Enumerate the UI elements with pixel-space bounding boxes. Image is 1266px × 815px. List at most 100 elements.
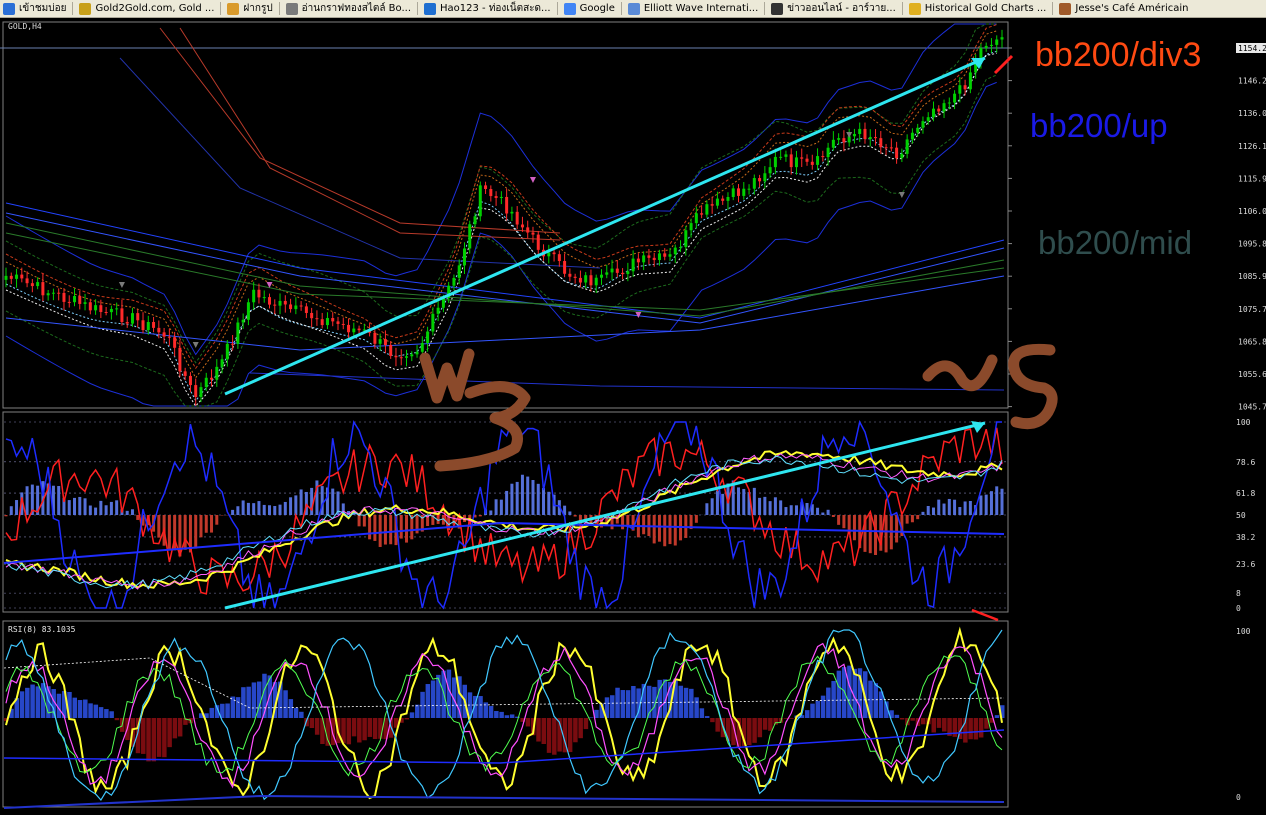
rsi-histogram-bar bbox=[536, 718, 541, 742]
candle-body bbox=[62, 292, 66, 302]
rsi-histogram-bar bbox=[847, 665, 852, 718]
bookmark-item[interactable]: Jesse's Café Américain bbox=[1056, 0, 1191, 17]
stoch-histogram-bar bbox=[663, 515, 667, 547]
stoch-histogram-bar bbox=[57, 486, 61, 515]
stoch-histogram-bar bbox=[916, 515, 920, 520]
rsi-histogram-bar bbox=[768, 718, 773, 731]
candle-body bbox=[315, 318, 319, 320]
rsi-histogram-bar bbox=[436, 674, 441, 718]
bookmark-item[interactable]: Hao123 - ท่องเน็ตสะด... bbox=[421, 0, 554, 17]
bookmark-item[interactable]: เข้าชมบ่อย bbox=[0, 0, 69, 17]
stoch-histogram-bar bbox=[842, 515, 846, 529]
stoch-histogram-bar bbox=[1000, 488, 1004, 515]
candle-body bbox=[331, 318, 335, 322]
bookmark-item[interactable]: Historical Gold Charts ... bbox=[906, 0, 1050, 17]
candle-body bbox=[947, 102, 951, 104]
rsi-histogram-bar bbox=[230, 696, 236, 718]
rsi-histogram-bar bbox=[104, 709, 109, 718]
candle-body bbox=[194, 385, 198, 397]
rsi-histogram-bar bbox=[710, 718, 715, 723]
candle-body bbox=[737, 188, 741, 196]
candle-body bbox=[700, 213, 704, 215]
stoch-histogram-bar bbox=[758, 497, 762, 515]
candle-body bbox=[995, 39, 999, 45]
candle-body bbox=[420, 343, 424, 352]
stoch-histogram-bar bbox=[489, 510, 493, 515]
candle-body bbox=[652, 257, 656, 261]
bookmark-item[interactable]: อ่านกราฟทองสไตล์ Bo... bbox=[283, 0, 414, 17]
price-chart[interactable]: 1154.2 1146.2 1136.0 1126.1 1115.9 1106.0 1095… bbox=[0, 18, 1266, 815]
bookmark-item[interactable]: Google bbox=[561, 0, 618, 17]
bookmark-item[interactable]: ฝากรูป bbox=[224, 0, 275, 17]
candle-body bbox=[373, 332, 377, 344]
bookmark-item[interactable]: Elliott Wave Internati... bbox=[625, 0, 761, 17]
stoch-histogram-bar bbox=[267, 505, 271, 515]
bookmark-label: Historical Gold Charts ... bbox=[924, 3, 1047, 14]
candle-body bbox=[204, 377, 208, 388]
rsi-histogram-bar bbox=[525, 718, 531, 727]
candle-body bbox=[67, 301, 71, 303]
stoch-histogram-bar bbox=[794, 505, 798, 515]
stoch-histogram-bar bbox=[15, 500, 19, 515]
candle-body bbox=[478, 185, 482, 217]
stoch-histogram-bar bbox=[773, 497, 777, 515]
stoch-axis-label: 61.8 bbox=[1236, 489, 1255, 498]
candle-body bbox=[436, 307, 440, 314]
price-axis-label: 1065.8 bbox=[1238, 337, 1266, 346]
bookmark-separator bbox=[556, 2, 558, 15]
candle-body bbox=[452, 277, 456, 286]
price-axis-label: 1055.6 bbox=[1238, 370, 1266, 379]
stoch-histogram-bar bbox=[942, 503, 946, 515]
bookmark-item[interactable]: ข่าวออนไลน์ - อาร์วาย... bbox=[768, 0, 899, 17]
rsi-histogram-bar bbox=[98, 707, 104, 718]
candle-body bbox=[25, 278, 29, 284]
candle-body bbox=[684, 230, 688, 247]
candle-body bbox=[278, 300, 282, 306]
rsi-histogram-bar bbox=[631, 686, 636, 718]
price-axis-label: 1085.9 bbox=[1238, 272, 1266, 281]
bookmark-separator bbox=[901, 2, 903, 15]
candle-body bbox=[937, 108, 941, 112]
rsi-histogram-bar bbox=[93, 704, 99, 718]
candle-body bbox=[173, 337, 177, 348]
candle-body bbox=[642, 255, 646, 263]
rsi-histogram-bar bbox=[552, 718, 557, 755]
candle-body bbox=[663, 253, 667, 257]
rsi-histogram-bar bbox=[509, 714, 515, 718]
rsi-histogram-bar bbox=[683, 687, 689, 718]
candle-body bbox=[758, 178, 762, 182]
rsi-histogram-bar bbox=[942, 718, 947, 732]
stoch-histogram-bar bbox=[368, 515, 372, 540]
rsi-histogram-bar bbox=[314, 718, 320, 735]
candle-body bbox=[347, 324, 351, 333]
candle-body bbox=[779, 156, 783, 158]
rsi-histogram-bar bbox=[19, 691, 25, 718]
bookmark-item[interactable]: Gold2Gold.com, Gold ... bbox=[76, 0, 217, 17]
stoch-histogram-bar bbox=[362, 515, 366, 527]
candle-body bbox=[810, 161, 814, 165]
candle-body bbox=[794, 157, 798, 168]
candle-body bbox=[167, 336, 171, 338]
rsi-histogram-bar bbox=[320, 718, 325, 744]
stoch-histogram-bar bbox=[979, 495, 983, 515]
rsi-histogram-bar bbox=[246, 686, 251, 718]
candle-body bbox=[188, 375, 192, 386]
stoch-histogram-bar bbox=[215, 515, 219, 525]
candle-body bbox=[141, 320, 145, 331]
price-axis-label: 1045.7 bbox=[1238, 403, 1266, 412]
stoch-histogram-bar bbox=[573, 515, 577, 517]
rsi-histogram-bar bbox=[88, 703, 93, 718]
candle-body bbox=[225, 343, 229, 360]
rsi-histogram-bar bbox=[757, 718, 763, 738]
candle-body bbox=[489, 188, 493, 197]
bookmark-star-icon bbox=[285, 2, 298, 15]
rsi-histogram-bar bbox=[805, 710, 810, 718]
stoch-histogram-bar bbox=[130, 509, 134, 515]
stoch-histogram-bar bbox=[204, 515, 208, 533]
candle-body bbox=[531, 232, 535, 235]
stoch-histogram-bar bbox=[210, 515, 214, 533]
rsi-histogram-bar bbox=[162, 718, 167, 758]
stoch-histogram-bar bbox=[125, 510, 129, 515]
rsi-histogram-bar bbox=[715, 718, 720, 732]
price-axis-label: 1136.0 bbox=[1238, 109, 1266, 118]
